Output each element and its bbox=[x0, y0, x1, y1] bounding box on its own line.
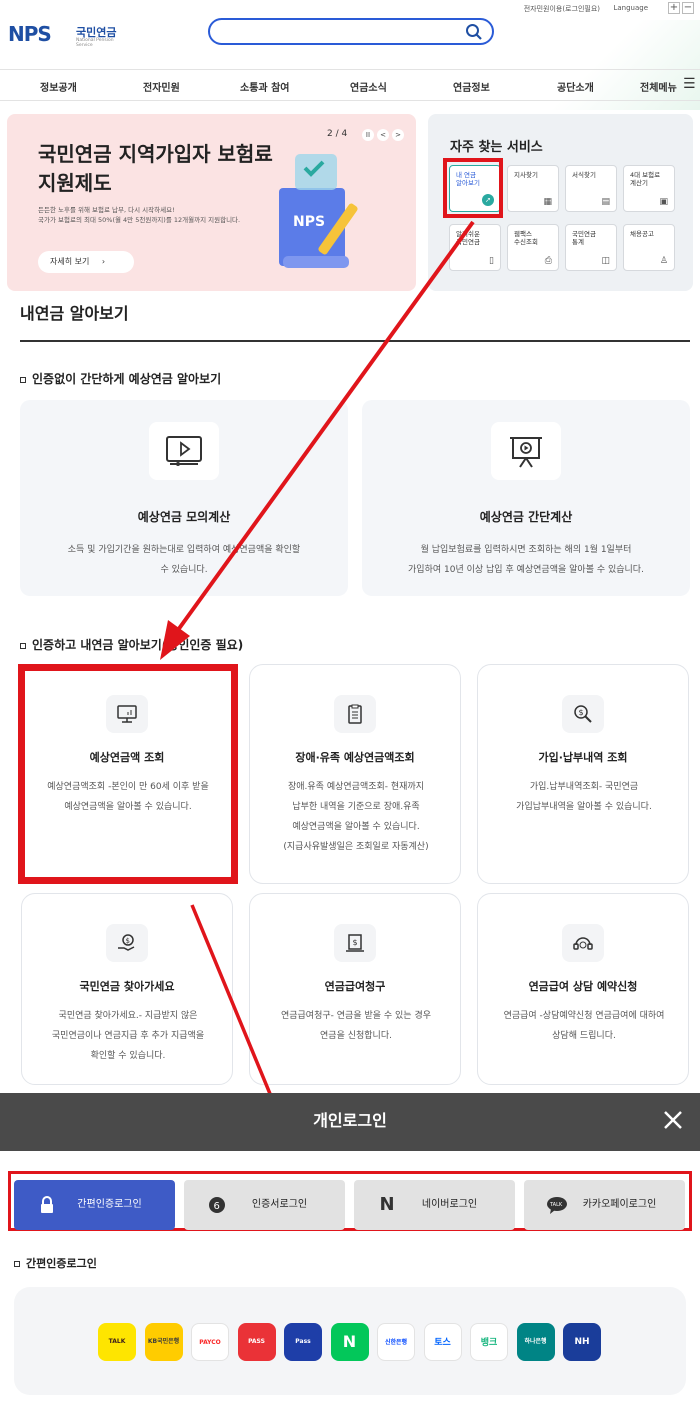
provider-icon[interactable]: 신한은행 bbox=[377, 1323, 415, 1361]
login-method-tabs: 간편인증로그인 6 인증서로그인 N 네이버로그인 TALK 카카오페이로그인 bbox=[8, 1171, 692, 1231]
provider-icon[interactable]: Pass bbox=[284, 1323, 322, 1361]
tab-label: 네이버로그인 bbox=[421, 1199, 478, 1210]
tab-certificate[interactable]: 6 인증서로그인 bbox=[184, 1180, 345, 1230]
provider-icon[interactable]: KB국민은행 bbox=[144, 1323, 183, 1361]
login-modal-header: 개인로그인 bbox=[0, 1093, 700, 1151]
provider-icon[interactable]: PAYCO bbox=[191, 1323, 229, 1361]
tab-label: 인증서로그인 bbox=[251, 1199, 308, 1210]
login-section-title: 간편인증로그인 bbox=[14, 1255, 97, 1271]
provider-icon[interactable]: N bbox=[330, 1323, 369, 1361]
close-icon[interactable] bbox=[658, 1105, 688, 1135]
provider-icon[interactable]: PASS bbox=[237, 1323, 276, 1361]
simple-auth-providers: TALK KB국민은행 PAYCO PASS Pass N 신한은행 토스 뱅크 하나은행 NH bbox=[14, 1287, 686, 1395]
provider-icon[interactable]: TALK bbox=[98, 1323, 136, 1361]
provider-icon[interactable]: 하나은행 bbox=[516, 1323, 555, 1361]
provider-icon[interactable]: 뱅크 bbox=[470, 1323, 508, 1361]
provider-icon[interactable]: NH bbox=[563, 1323, 601, 1361]
tab-label: 간편인증로그인 bbox=[77, 1199, 142, 1210]
tab-label: 카카오페이로그인 bbox=[582, 1199, 657, 1210]
tab-simple-auth[interactable]: 간편인증로그인 bbox=[14, 1180, 175, 1230]
provider-icon[interactable]: 토스 bbox=[423, 1323, 462, 1361]
modal-title: 개인로그인 bbox=[313, 1111, 387, 1130]
tab-kakaopay[interactable]: TALK 카카오페이로그인 bbox=[524, 1180, 685, 1230]
tab-naver[interactable]: N 네이버로그인 bbox=[354, 1180, 515, 1230]
